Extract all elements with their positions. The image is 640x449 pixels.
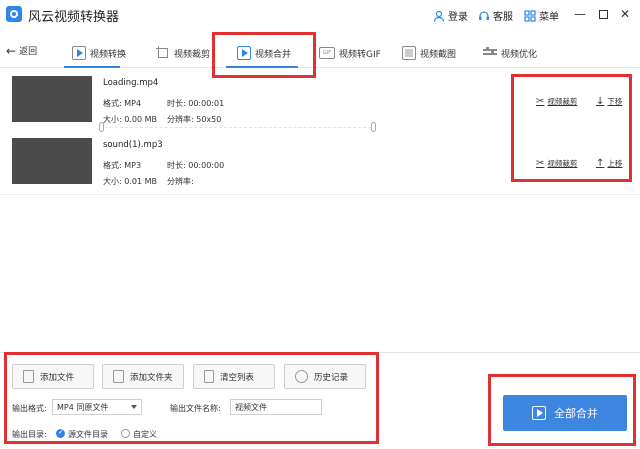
- file-name: Loading.mp4: [103, 78, 159, 88]
- title-bar: 风云视频转换器 登录 客服 菜单 — ✕: [0, 0, 640, 30]
- move-up-link[interactable]: ↑ 上移: [596, 158, 622, 169]
- menu-grid-icon: [524, 9, 536, 22]
- output-format-label: 输出格式:: [12, 404, 47, 413]
- gif-icon: GIF: [319, 47, 335, 59]
- crop-link[interactable]: ✂ 视频裁剪: [536, 158, 577, 169]
- clock-icon: [295, 370, 308, 383]
- maximize-icon: [598, 9, 608, 19]
- file-duration: 时长: 00:00:01: [167, 99, 225, 108]
- close-icon: ✕: [619, 7, 631, 21]
- file-format: 格式: MP4: [103, 99, 142, 108]
- radio-custom-dir[interactable]: [121, 429, 130, 438]
- drag-handle[interactable]: [371, 122, 376, 132]
- arrow-down-icon: ↓: [596, 96, 605, 107]
- arrow-up-icon: ↑: [596, 158, 605, 169]
- crop-link[interactable]: ✂ 视频裁剪: [536, 96, 577, 107]
- maximize-button[interactable]: [595, 6, 611, 22]
- login-button[interactable]: 登录: [433, 8, 468, 23]
- list-divider: [0, 194, 640, 195]
- play-icon: [532, 406, 546, 420]
- service-label: 客服: [493, 12, 513, 23]
- chevron-down-icon: [131, 405, 137, 409]
- add-folder-label: 添加文件夹: [130, 372, 173, 383]
- service-button[interactable]: 客服: [478, 8, 513, 23]
- video-thumbnail: [12, 76, 92, 122]
- login-label: 登录: [448, 12, 468, 23]
- merge-icon: [237, 46, 251, 60]
- menu-button[interactable]: 菜单: [524, 8, 559, 23]
- minimize-icon: —: [574, 7, 586, 21]
- file-name: sound(1).mp3: [103, 140, 163, 150]
- tab-video-gif[interactable]: GIF 视频转GIF: [319, 40, 381, 66]
- tab-label: 视频转GIF: [339, 49, 381, 60]
- menu-label: 菜单: [539, 12, 559, 23]
- add-folder-icon: [113, 370, 124, 383]
- scissors-icon: ✂: [536, 96, 545, 107]
- scissors-icon: ✂: [536, 158, 545, 169]
- move-down-link[interactable]: ↓ 下移: [596, 96, 622, 107]
- file-resolution: 分辨率: 50x50: [167, 115, 222, 124]
- video-thumbnail: [12, 138, 92, 184]
- file-duration: 时长: 00:00:00: [167, 161, 225, 170]
- output-name-label: 输出文件名称:: [170, 404, 221, 413]
- output-dir-label: 输出目录:: [12, 430, 47, 439]
- user-icon: [433, 10, 445, 22]
- clear-list-button[interactable]: 清空列表: [193, 364, 275, 389]
- radio-source-dir[interactable]: [56, 428, 65, 438]
- tab-video-screenshot[interactable]: 视频截图: [402, 40, 456, 66]
- screenshot-icon: [402, 46, 416, 60]
- crop-link-label: 视频裁剪: [547, 159, 578, 168]
- tab-video-optimize[interactable]: 视频优化: [483, 40, 537, 66]
- crop-link-label: 视频裁剪: [547, 97, 578, 106]
- app-logo-icon: [6, 6, 22, 22]
- history-button[interactable]: 历史记录: [284, 364, 366, 389]
- source-dir-label: 源文件目录: [68, 430, 108, 439]
- tab-label: 视频转换: [90, 49, 127, 60]
- move-up-label: 上移: [607, 159, 623, 168]
- tab-label: 视频截图: [420, 49, 457, 60]
- tab-video-merge[interactable]: 视频合并: [237, 40, 291, 66]
- drag-handle[interactable]: [99, 122, 104, 132]
- add-file-button[interactable]: 添加文件: [12, 364, 94, 389]
- output-format-value: MP4 同原文件: [57, 403, 109, 412]
- file-size: 大小: 0.00 MB: [103, 115, 157, 124]
- tab-label: 视频优化: [501, 49, 538, 60]
- file-format: 格式: MP3: [103, 161, 142, 170]
- file-row[interactable]: sound(1).mp3 格式: MP3 时长: 00:00:00 大小: 0.…: [0, 134, 640, 194]
- tab-video-convert[interactable]: 视频转换: [72, 40, 126, 66]
- history-label: 历史记录: [314, 372, 349, 383]
- trash-icon: [204, 370, 214, 383]
- tab-label: 视频裁剪: [174, 49, 211, 60]
- merge-all-button[interactable]: 全部合并: [503, 395, 627, 431]
- close-button[interactable]: ✕: [617, 6, 633, 22]
- tab-video-crop[interactable]: 视频裁剪: [156, 40, 210, 66]
- file-resolution: 分辨率:: [167, 177, 194, 186]
- tab-underline: [64, 66, 120, 68]
- back-button[interactable]: ← 返回: [6, 43, 38, 58]
- active-tab-underline: [226, 66, 298, 68]
- headset-icon: [479, 10, 489, 20]
- file-size: 大小: 0.01 MB: [103, 177, 157, 186]
- add-file-icon: [23, 370, 34, 383]
- output-format-select[interactable]: MP4 同原文件: [52, 399, 142, 415]
- sliders-icon: [483, 46, 497, 60]
- add-file-label: 添加文件: [40, 372, 75, 383]
- output-name-field[interactable]: [230, 399, 322, 415]
- tab-label: 视频合并: [255, 49, 292, 60]
- merge-all-label: 全部合并: [554, 407, 598, 420]
- play-icon: [72, 46, 86, 60]
- file-row[interactable]: Loading.mp4 格式: MP4 时长: 00:00:01 大小: 0.0…: [0, 72, 640, 132]
- add-folder-button[interactable]: 添加文件夹: [102, 364, 184, 389]
- row-separator: [100, 127, 376, 128]
- back-label: 返回: [19, 47, 38, 57]
- minimize-button[interactable]: —: [572, 6, 588, 22]
- app-title: 风云视频转换器: [28, 10, 120, 25]
- back-arrow-icon: ←: [6, 43, 17, 58]
- custom-dir-label: 自定义: [133, 430, 157, 439]
- move-down-label: 下移: [607, 97, 623, 106]
- tab-bar: ← 返回 视频转换 视频裁剪 视频合并 GIF 视频转GIF 视频截图 视频优化: [0, 34, 640, 68]
- crop-icon: [156, 46, 170, 60]
- clear-list-label: 清空列表: [220, 372, 255, 383]
